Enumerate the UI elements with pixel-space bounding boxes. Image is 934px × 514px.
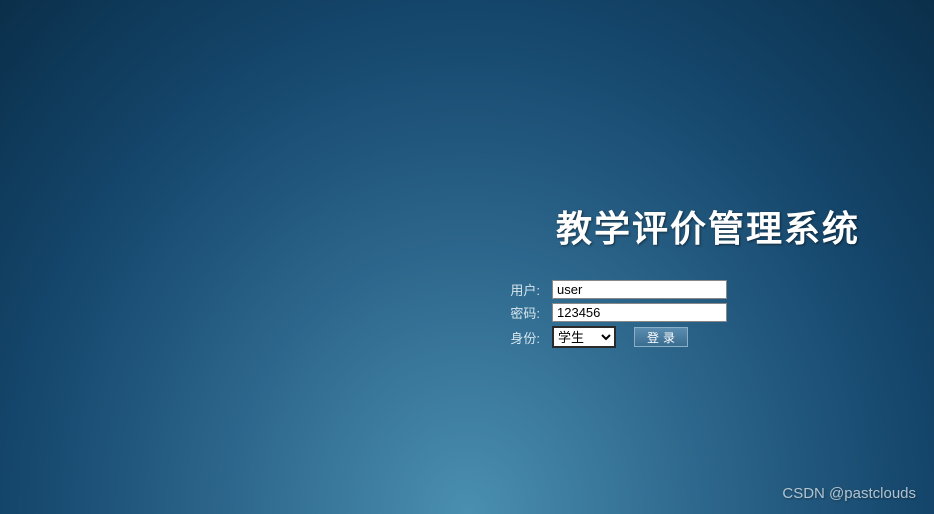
page-title: 教学评价管理系统 (500, 200, 900, 252)
user-row: 用户: (500, 280, 900, 299)
role-label: 身份: (500, 328, 540, 347)
role-select[interactable]: 学生 (552, 326, 616, 348)
password-label: 密码: (500, 303, 540, 322)
login-button[interactable]: 登录 (634, 327, 688, 347)
user-input[interactable] (552, 280, 727, 299)
watermark-text: CSDN @pastclouds (782, 485, 916, 502)
role-row: 身份: 学生 登录 (500, 326, 900, 348)
password-input[interactable] (552, 303, 727, 322)
user-label: 用户: (500, 280, 540, 299)
login-container: 教学评价管理系统 用户: 密码: 身份: 学生 登录 (500, 200, 900, 352)
password-row: 密码: (500, 303, 900, 322)
